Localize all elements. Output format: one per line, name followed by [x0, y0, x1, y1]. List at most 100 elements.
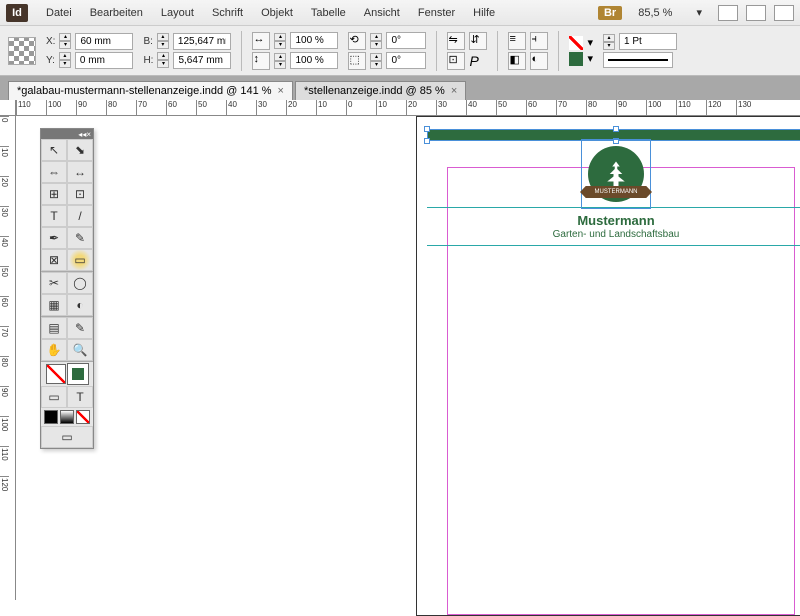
note-tool[interactable]: ▤ — [41, 317, 67, 339]
y-input[interactable] — [75, 52, 133, 69]
free-transform-tool[interactable]: ◯ — [67, 272, 93, 294]
menu-schrift[interactable]: Schrift — [204, 4, 251, 22]
scissors-tool[interactable]: ✂ — [41, 272, 67, 294]
fill-swatch[interactable] — [569, 36, 583, 50]
x-label: X: — [46, 36, 55, 47]
control-bar: X:▴▾ Y:▴▾ B:▴▾ H:▴▾ ↔▴▾ ↕▴▾ ⟲▴▾ ⬚▴▾ ⇋⇵ ⊡… — [0, 26, 800, 76]
panel-titlebar[interactable]: ◂◂× — [41, 129, 93, 139]
formatting-container-tool[interactable]: ▭ — [41, 386, 67, 408]
flip-h-icon[interactable]: ⇋ — [447, 32, 465, 50]
collapse-icon[interactable]: ◂◂ — [78, 130, 86, 139]
tab-label: *stellenanzeige.indd @ 85 % — [304, 85, 445, 97]
resize-handle[interactable] — [613, 126, 619, 132]
workspace: 1101009080706050403020100102030405060708… — [0, 100, 800, 600]
formatting-text-tool[interactable]: T — [67, 386, 93, 408]
view-mode-icon[interactable] — [718, 5, 738, 21]
tab-doc-2[interactable]: *stellenanzeige.indd @ 85 % × — [295, 81, 466, 100]
company-name: Mustermann — [417, 213, 800, 228]
menu-hilfe[interactable]: Hilfe — [465, 4, 503, 22]
line-tool[interactable]: / — [67, 205, 93, 227]
close-icon[interactable]: × — [451, 85, 457, 97]
ruler-origin[interactable] — [0, 100, 16, 116]
rotate-input[interactable] — [386, 32, 426, 49]
arrange-icon[interactable] — [774, 5, 794, 21]
stroke-weight-input[interactable] — [619, 33, 677, 50]
menu-layout[interactable]: Layout — [153, 4, 202, 22]
menu-ansicht[interactable]: Ansicht — [356, 4, 408, 22]
stroke-swatch[interactable] — [569, 52, 583, 66]
eyedropper-tool[interactable]: ✎ — [67, 317, 93, 339]
content-placer-tool[interactable]: ⊡ — [67, 183, 93, 205]
zoom-level[interactable]: 85,5 % — [630, 4, 680, 22]
transform-icon[interactable]: ⊡ — [447, 52, 465, 70]
resize-handle[interactable] — [424, 138, 430, 144]
w-input[interactable] — [173, 33, 231, 50]
page-tool[interactable]: ⇔ — [41, 161, 67, 183]
menu-datei[interactable]: Datei — [38, 4, 80, 22]
vertical-ruler[interactable]: 0102030405060708090100110120 — [0, 116, 16, 600]
h-label: H: — [143, 55, 153, 66]
stroke-dropdown-icon[interactable]: ▾ — [587, 52, 593, 65]
gap-tool[interactable]: ↔ — [67, 161, 93, 183]
rectangle-frame-tool[interactable]: ⊠ — [41, 249, 67, 271]
zoom-dropdown-icon[interactable]: ▾ — [688, 3, 710, 22]
document-page[interactable]: MUSTERMANN Mustermann Garten- und Landsc… — [416, 116, 800, 616]
align-icon[interactable]: ≡ — [508, 32, 526, 50]
pathfinder-icon[interactable]: ◧ — [508, 52, 526, 70]
flip-v-icon[interactable]: ⇵ — [469, 32, 487, 50]
fill-dropdown-icon[interactable]: ▾ — [587, 36, 593, 49]
rectangle-tool[interactable]: ▭ — [67, 249, 93, 271]
view-mode-tool[interactable]: ▭ — [41, 426, 93, 448]
menu-bar: Id Datei Bearbeiten Layout Schrift Objek… — [0, 0, 800, 26]
apply-color-icon[interactable] — [44, 410, 58, 424]
reference-point-icon[interactable] — [8, 37, 36, 65]
close-icon[interactable]: × — [86, 130, 91, 139]
document-tabs: *galabau-mustermann-stellenanzeige.indd … — [0, 76, 800, 100]
logo-ribbon: MUSTERMANN — [580, 186, 652, 198]
scale-x-input[interactable] — [290, 32, 338, 49]
gradient-swatch-tool[interactable]: ▦ — [41, 294, 67, 316]
effects-icon[interactable]: ◐ — [530, 52, 548, 70]
resize-handle[interactable] — [424, 126, 430, 132]
shear-icon: ⬚ — [348, 52, 366, 70]
logo-frame[interactable]: MUSTERMANN — [581, 139, 651, 209]
logo-circle: MUSTERMANN — [588, 146, 644, 202]
canvas[interactable]: MUSTERMANN Mustermann Garten- und Landsc… — [16, 116, 800, 600]
hand-tool[interactable]: ✋ — [41, 339, 67, 361]
stroke-color-swatch[interactable] — [68, 364, 88, 384]
tree-icon — [601, 159, 631, 189]
fill-color-swatch[interactable] — [46, 364, 66, 384]
company-subtitle: Garten- und Landschaftsbau — [417, 229, 800, 240]
tab-doc-1[interactable]: *galabau-mustermann-stellenanzeige.indd … — [8, 81, 293, 100]
screen-mode-icon[interactable] — [746, 5, 766, 21]
direct-selection-tool[interactable]: ⬊ — [67, 139, 93, 161]
menu-bearbeiten[interactable]: Bearbeiten — [82, 4, 151, 22]
apply-gradient-icon[interactable] — [60, 410, 74, 424]
gradient-feather-tool[interactable]: ◐ — [67, 294, 93, 316]
stroke-style-select[interactable] — [603, 52, 673, 68]
zoom-tool[interactable]: 🔍 — [67, 339, 93, 361]
scale-y-input[interactable] — [290, 52, 338, 69]
selection-tool[interactable]: ↖ — [41, 139, 67, 161]
bridge-badge[interactable]: Br — [598, 6, 622, 20]
close-icon[interactable]: × — [278, 85, 284, 97]
horizontal-ruler[interactable]: 1101009080706050403020100102030405060708… — [16, 100, 800, 116]
h-input[interactable] — [173, 52, 231, 69]
pencil-tool[interactable]: ✎ — [67, 227, 93, 249]
menu-fenster[interactable]: Fenster — [410, 4, 463, 22]
guide-line[interactable] — [427, 245, 800, 246]
apply-none-icon[interactable] — [76, 410, 90, 424]
type-tool[interactable]: T — [41, 205, 67, 227]
shear-input[interactable] — [386, 52, 426, 69]
p-label: P — [469, 53, 478, 69]
scale-x-icon: ↔ — [252, 32, 270, 50]
menu-tabelle[interactable]: Tabelle — [303, 4, 354, 22]
pen-tool[interactable]: ✒ — [41, 227, 67, 249]
x-input[interactable] — [75, 33, 133, 50]
menu-objekt[interactable]: Objekt — [253, 4, 301, 22]
scale-y-icon: ↕ — [252, 52, 270, 70]
distribute-icon[interactable]: ⫞ — [530, 32, 548, 50]
tab-label: *galabau-mustermann-stellenanzeige.indd … — [17, 85, 272, 97]
content-collector-tool[interactable]: ⊞ — [41, 183, 67, 205]
app-logo: Id — [6, 4, 28, 22]
